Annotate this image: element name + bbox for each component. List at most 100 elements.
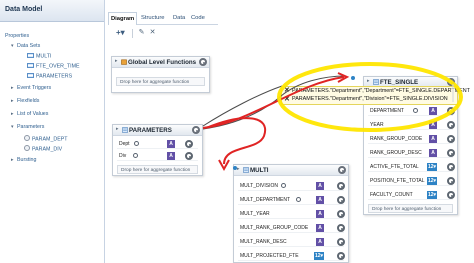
field-row-mult-division[interactable]: MULT_DIVISION A (238, 181, 345, 191)
panel-title: Data Model (0, 0, 104, 22)
field-label: POSITION_FTE_TOTAL (370, 178, 425, 184)
gear-icon[interactable] (337, 238, 345, 246)
gear-icon[interactable] (338, 166, 346, 174)
gear-icon[interactable] (447, 78, 455, 86)
gear-icon[interactable] (337, 210, 345, 218)
data-set-icon (27, 63, 34, 68)
tree-item-list-of-values[interactable]: ▸ List of Values (11, 111, 48, 118)
data-set-icon (122, 127, 128, 133)
field-row-rank-group-code[interactable]: RANK_GROUP_CODE A (368, 134, 455, 144)
tree-item-multi[interactable]: MULTI (27, 53, 52, 61)
field-label: MULT_YEAR (240, 211, 270, 217)
string-type-icon: A (316, 196, 324, 204)
menu-handle-icon[interactable]: ▸ (367, 79, 372, 85)
gear-icon[interactable] (447, 135, 455, 143)
tab-code[interactable]: Code (189, 12, 211, 24)
global-level-functions-box[interactable]: ▸ Global Level Functions Drop here for a… (111, 56, 210, 93)
close-icon[interactable]: ✕ (284, 96, 290, 103)
tree-item-fte-over-time[interactable]: FTE_OVER_TIME (27, 63, 80, 71)
string-type-icon: A (316, 182, 324, 190)
dataset-title: MULTI (250, 167, 269, 174)
tree-item-properties[interactable]: Properties (5, 33, 29, 40)
tree-item-data-sets[interactable]: ▾ Data Sets (11, 43, 40, 50)
gear-icon[interactable] (447, 163, 455, 171)
toolbar-divider (132, 29, 133, 38)
field-label: Dept (119, 141, 130, 147)
aggregate-drop-zone[interactable]: Drop here for aggregate function (116, 77, 205, 86)
gear-icon[interactable] (337, 182, 345, 190)
number-type-icon[interactable]: 12▾ (427, 163, 437, 171)
string-type-icon: A (316, 238, 324, 246)
number-type-icon[interactable]: 12▾ (427, 191, 437, 199)
tree-item-param-dept[interactable]: PARAM_DEPT (24, 135, 68, 144)
data-set-icon (27, 73, 34, 78)
pencil-icon[interactable]: ✎ (137, 28, 146, 38)
data-model-panel: Data Model Properties ▾ Data Sets MULTI F… (0, 0, 105, 263)
field-row-position-fte-total[interactable]: POSITION_FTE_TOTAL 12▾ (368, 176, 455, 186)
field-row-dept[interactable]: Dept A (117, 139, 198, 149)
gear-icon[interactable] (185, 140, 193, 148)
gear-icon[interactable] (337, 252, 345, 260)
link-condition-line: PARAMETERS."Department","Division"=FTE_S… (292, 96, 448, 102)
gear-icon[interactable] (447, 107, 455, 115)
menu-handle-icon[interactable]: ▸ (237, 167, 242, 173)
tree-item-param-div[interactable]: PARAM_DIV (24, 145, 62, 154)
dataset-title: Global Level Functions (128, 59, 197, 66)
aggregate-drop-zone[interactable]: Drop here for aggregate function (368, 204, 453, 213)
data-set-icon (243, 167, 249, 173)
field-label: MULT_RANK_GROUP_CODE (240, 225, 309, 231)
gear-icon[interactable] (199, 58, 207, 66)
tree-item-parameters[interactable]: ▾ Parameters (11, 124, 44, 131)
number-type-icon[interactable]: 12▾ (427, 177, 437, 185)
add-data-set-button[interactable]: +▾ (116, 29, 131, 38)
link-icon[interactable] (296, 197, 301, 202)
tree-item-label: Parameters (17, 124, 45, 130)
tab-data[interactable]: Data (171, 12, 188, 24)
gear-icon[interactable] (447, 191, 455, 199)
tree-item-parameters-dataset[interactable]: PARAMETERS (27, 73, 72, 81)
tab-structure[interactable]: Structure (139, 12, 169, 24)
field-row-year[interactable]: YEAR A (368, 120, 455, 130)
gear-icon[interactable] (447, 177, 455, 185)
gear-icon[interactable] (192, 126, 200, 134)
close-icon[interactable]: ✕ (148, 28, 157, 38)
close-icon[interactable]: ✕ (284, 87, 290, 94)
field-row-div[interactable]: Div A (117, 151, 198, 161)
string-type-icon: A (167, 152, 175, 160)
gear-icon[interactable] (337, 196, 345, 204)
gear-icon[interactable] (185, 152, 193, 160)
field-row-mult-projected-fte[interactable]: MULT_PROJECTED_FTE 12▾ (238, 251, 345, 261)
gear-icon[interactable] (337, 224, 345, 232)
aggregate-drop-zone[interactable]: Drop here for aggregate function (117, 165, 198, 174)
field-row-mult-rank-group-code[interactable]: MULT_RANK_GROUP_CODE A (238, 223, 345, 233)
tree-item-label: PARAMETERS (36, 73, 73, 80)
field-row-mult-rank-desc[interactable]: MULT_RANK_DESC A (238, 237, 345, 247)
field-row-department[interactable]: DEPARTMENT A (368, 106, 455, 116)
link-icon[interactable] (133, 153, 138, 158)
tree-item-flexfields[interactable]: ▸ Flexfields (11, 98, 39, 105)
field-row-faculty-count[interactable]: FACULTY_COUNT 12▾ (368, 190, 455, 200)
gear-icon[interactable] (447, 121, 455, 129)
tree-item-bursting[interactable]: ▸ Bursting (11, 157, 36, 164)
menu-handle-icon[interactable]: ▸ (116, 127, 121, 133)
data-set-icon (373, 79, 379, 85)
dataset-header: ▸ MULTI (234, 165, 348, 176)
field-row-active-fte-total[interactable]: ACTIVE_FTE_TOTAL 12▾ (368, 162, 455, 172)
link-icon[interactable] (413, 108, 418, 113)
parameters-data-set[interactable]: ▸ PARAMETERS Dept A Div A Drop here for … (112, 124, 203, 176)
field-row-rank-group-desc[interactable]: RANK_GROUP_DESC A (368, 148, 455, 158)
tree-item-event-triggers[interactable]: ▸ Event Triggers (11, 85, 51, 92)
gear-icon[interactable] (447, 149, 455, 157)
multi-data-set[interactable]: ▸ MULTI MULT_DIVISION A MULT_DEPARTMENT … (233, 164, 349, 263)
field-label: MULT_RANK_DESC (240, 239, 287, 245)
field-row-mult-department[interactable]: MULT_DEPARTMENT A (238, 195, 345, 205)
link-icon[interactable] (134, 141, 139, 146)
tree-item-label: MULTI (36, 53, 52, 60)
tree-item-label: Event Triggers (17, 85, 52, 91)
tab-diagram[interactable]: Diagram (108, 12, 137, 25)
number-type-icon[interactable]: 12▾ (314, 252, 324, 260)
menu-handle-icon[interactable]: ▸ (115, 59, 120, 65)
field-row-mult-year[interactable]: MULT_YEAR A (238, 209, 345, 219)
dataset-title: PARAMETERS (129, 127, 172, 134)
link-icon[interactable] (281, 183, 286, 188)
